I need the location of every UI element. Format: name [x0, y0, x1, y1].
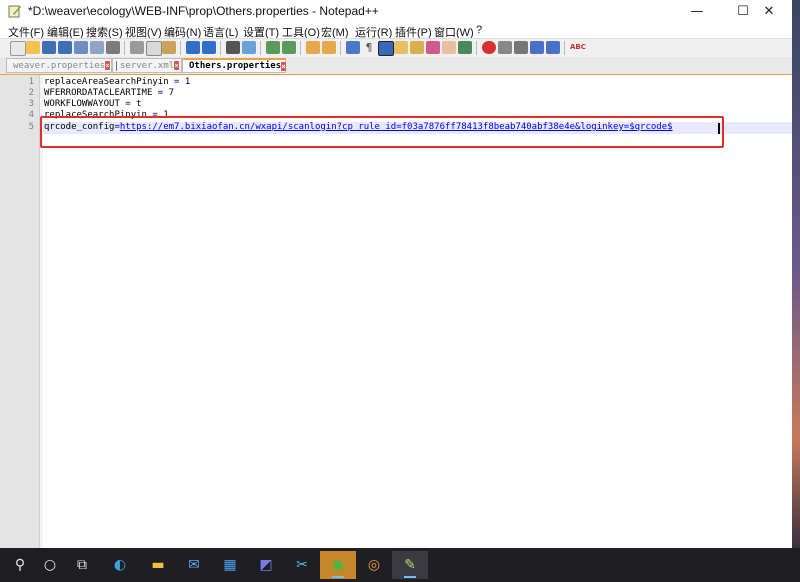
toolbar-separator: [260, 41, 261, 55]
doc-map-icon[interactable]: [410, 41, 424, 54]
line-number-gutter: 1 2 3 4 5: [0, 75, 40, 548]
property-key: replaceAreaSearchPinyin: [44, 77, 169, 87]
sync-vertical-icon[interactable]: [306, 41, 320, 54]
property-key: WFERRORDATACLEARTIME: [44, 88, 153, 98]
menu-help[interactable]: ?: [476, 24, 482, 36]
line-number: 5: [28, 122, 34, 132]
edge-icon[interactable]: ◐: [102, 551, 138, 579]
close-icon[interactable]: ×: [105, 61, 110, 70]
close-file-icon[interactable]: [74, 41, 88, 54]
annotation-highlight-box: [40, 116, 724, 148]
code-line[interactable]: WORKFLOWWAYOUT = t: [44, 99, 142, 110]
editor-app-icon[interactable]: ◩: [248, 551, 284, 579]
property-operator: =: [119, 99, 137, 109]
paste-icon[interactable]: [162, 41, 176, 54]
save-icon[interactable]: [42, 41, 56, 54]
window-title: *D:\weaver\ecology\WEB-INF\prop\Others.p…: [28, 4, 379, 18]
close-all-icon[interactable]: [90, 41, 104, 54]
notepadpp-icon[interactable]: ✎: [392, 551, 428, 579]
copy-icon[interactable]: [146, 41, 162, 56]
property-operator: =: [152, 88, 169, 98]
undo-icon[interactable]: [186, 41, 200, 54]
notepadpp-window: *D:\weaver\ecology\WEB-INF\prop\Others.p…: [0, 0, 792, 548]
spell-check-icon[interactable]: ABC: [570, 41, 586, 54]
tab-weaver-properties[interactable]: weaver.properties ×: [6, 58, 112, 73]
code-line[interactable]: replaceAreaSearchPinyin = 1: [44, 77, 190, 88]
new-file-icon[interactable]: [10, 41, 26, 56]
wechat-icon[interactable]: ◉: [320, 551, 356, 579]
toolbar-separator: [564, 41, 565, 55]
toolbar-separator: [340, 41, 341, 55]
task-view-icon[interactable]: ⧉: [64, 551, 100, 579]
toolbar-separator: [180, 41, 181, 55]
find-icon[interactable]: [226, 41, 240, 54]
run-macro-multiple-icon[interactable]: [530, 41, 544, 54]
line-number: 2: [28, 88, 34, 98]
mail-icon[interactable]: ✉: [176, 551, 212, 579]
function-list-icon[interactable]: [426, 41, 440, 54]
close-icon[interactable]: ×: [281, 61, 286, 71]
toolbar-separator: [300, 41, 301, 55]
property-key: WORKFLOWWAYOUT: [44, 99, 120, 109]
save-macro-icon[interactable]: [546, 41, 560, 54]
snip-icon[interactable]: ✂: [284, 551, 320, 579]
tab-server-xml[interactable]: server.xml ×: [112, 58, 182, 73]
zoom-out-icon[interactable]: [282, 41, 296, 54]
stop-macro-icon[interactable]: [498, 41, 512, 54]
toolbar-separator: [220, 41, 221, 55]
tab-label: server.xml: [119, 60, 175, 71]
line-number: 1: [28, 77, 34, 87]
monitoring-icon[interactable]: [458, 41, 472, 54]
store-icon[interactable]: ▦: [212, 551, 248, 579]
tab-label: Others.properties: [189, 61, 282, 71]
close-icon[interactable]: ×: [174, 61, 179, 70]
code-line[interactable]: WFERRORDATACLEARTIME = 7: [44, 88, 174, 99]
start-circle-icon[interactable]: ○: [32, 551, 68, 579]
tab-bar: weaver.properties × server.xml × Others.…: [0, 57, 792, 76]
menu-bar: 文件(F) 编辑(E) 搜索(S) 视图(V) 编码(N) 语言(L) 设置(T…: [0, 22, 792, 39]
lang-define-icon[interactable]: [394, 41, 408, 54]
line-number: 4: [28, 110, 34, 120]
sync-horizontal-icon[interactable]: [322, 41, 336, 54]
file-icon: [116, 60, 117, 71]
tab-others-properties[interactable]: Others.properties ×: [182, 58, 286, 73]
folder-icon[interactable]: ▬: [140, 551, 176, 579]
title-bar[interactable]: *D:\weaver\ecology\WEB-INF\prop\Others.p…: [0, 0, 792, 22]
taskbar: ⚲ ○ ⧉ ◐ ▬ ✉ ▦ ◩ ✂ ◉ ◎ ✎: [0, 548, 800, 582]
replace-icon[interactable]: [242, 41, 256, 54]
chrome-icon[interactable]: ◎: [356, 551, 392, 579]
toolbar-separator: [124, 41, 125, 55]
line-number: 3: [28, 99, 34, 109]
notepadpp-app-icon: [8, 4, 22, 18]
desktop-background-right: [792, 0, 800, 548]
toolbar-separator: [476, 41, 477, 55]
record-macro-icon[interactable]: [482, 41, 496, 54]
zoom-in-icon[interactable]: [266, 41, 280, 54]
cut-icon[interactable]: [130, 41, 144, 54]
property-value: 7: [168, 88, 175, 98]
toolbar: ¶ ABC: [0, 38, 792, 58]
indent-guide-icon[interactable]: [378, 41, 394, 56]
folder-workspace-icon[interactable]: [442, 41, 456, 54]
property-value: t: [136, 99, 142, 109]
close-button[interactable]: ✕: [746, 0, 792, 22]
show-all-chars-icon[interactable]: ¶: [362, 41, 376, 54]
open-file-icon[interactable]: [26, 41, 40, 54]
redo-icon[interactable]: [202, 41, 216, 54]
text-caret: [718, 123, 720, 134]
print-icon[interactable]: [106, 41, 120, 54]
property-operator: =: [168, 77, 185, 87]
tab-label: weaver.properties: [13, 60, 106, 71]
play-macro-icon[interactable]: [514, 41, 528, 54]
minimize-button[interactable]: —: [674, 0, 720, 22]
word-wrap-icon[interactable]: [346, 41, 360, 54]
save-all-icon[interactable]: [58, 41, 72, 54]
property-value: 1: [184, 77, 191, 87]
